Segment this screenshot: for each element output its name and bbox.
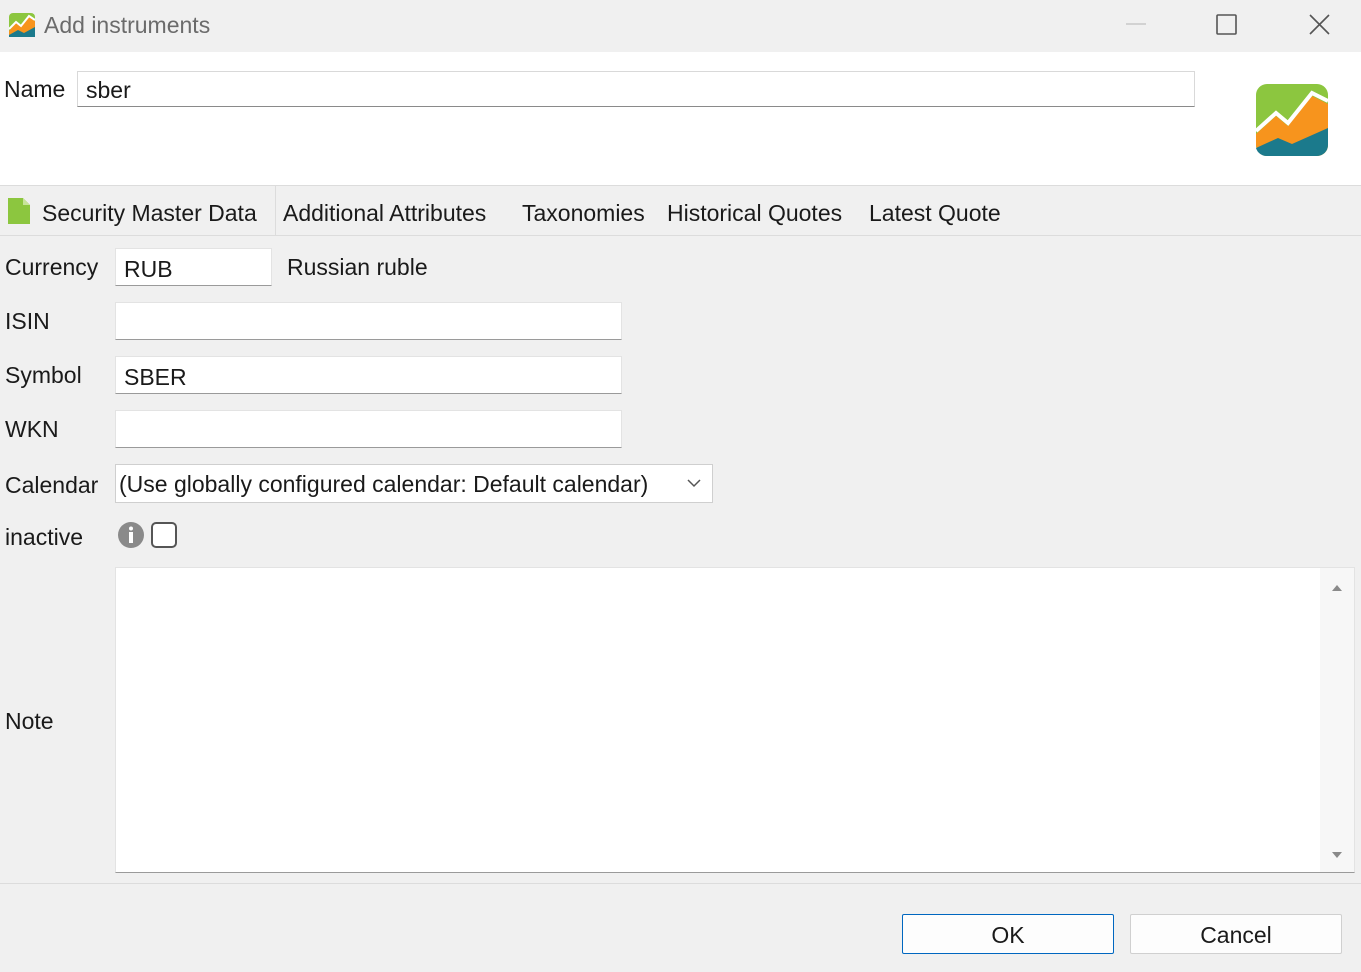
maximize-icon xyxy=(1216,14,1237,35)
note-textarea[interactable] xyxy=(115,567,1355,873)
close-button[interactable] xyxy=(1273,0,1361,52)
tab-historical-quotes[interactable]: Historical Quotes xyxy=(667,186,842,235)
wkn-label: WKN xyxy=(5,416,59,442)
tab-taxonomies[interactable]: Taxonomies xyxy=(522,186,645,235)
tab-bar: Security Master Data Additional Attribut… xyxy=(0,186,1361,236)
scroll-up-icon[interactable] xyxy=(1331,582,1343,592)
calendar-selected-value: (Use globally configured calendar: Defau… xyxy=(119,471,649,497)
currency-field[interactable]: RUB xyxy=(115,248,272,286)
tab-label: Historical Quotes xyxy=(667,200,843,226)
symbol-field[interactable]: SBER xyxy=(115,356,622,394)
isin-label: ISIN xyxy=(5,308,50,334)
currency-description: Russian ruble xyxy=(287,254,428,280)
close-icon xyxy=(1309,14,1330,35)
maximize-button[interactable] xyxy=(1181,0,1273,52)
tab-additional-attributes[interactable]: Additional Attributes xyxy=(283,186,486,235)
footer-divider xyxy=(0,883,1361,884)
minimize-icon xyxy=(1126,23,1146,25)
window-title: Add instruments xyxy=(44,12,211,38)
tab-latest-quote[interactable]: Latest Quote xyxy=(869,186,1001,235)
calendar-dropdown[interactable]: (Use globally configured calendar: Defau… xyxy=(115,464,713,503)
header-panel: Name sber xyxy=(0,52,1361,186)
info-icon[interactable] xyxy=(117,521,145,549)
ok-button[interactable]: OK xyxy=(902,914,1114,954)
chevron-down-icon xyxy=(687,479,701,488)
document-icon xyxy=(8,198,30,224)
tab-label: Taxonomies xyxy=(522,200,645,226)
currency-label: Currency xyxy=(5,254,99,280)
app-logo-icon xyxy=(1254,84,1330,160)
symbol-label: Symbol xyxy=(5,362,82,388)
name-label: Name xyxy=(4,76,66,102)
tab-label: Security Master Data xyxy=(42,200,257,226)
app-logo-icon xyxy=(9,13,35,37)
scroll-down-icon[interactable] xyxy=(1331,850,1343,860)
tab-label: Latest Quote xyxy=(869,200,1001,226)
wkn-field[interactable] xyxy=(115,410,622,448)
inactive-label: inactive xyxy=(5,524,83,550)
name-input[interactable]: sber xyxy=(77,71,1195,107)
isin-field[interactable] xyxy=(115,302,622,340)
cancel-button[interactable]: Cancel xyxy=(1130,914,1342,954)
inactive-checkbox[interactable] xyxy=(151,522,177,548)
note-label: Note xyxy=(5,708,54,734)
tab-label: Additional Attributes xyxy=(283,200,487,226)
title-bar: Add instruments xyxy=(0,0,1361,52)
tab-security-master-data[interactable]: Security Master Data xyxy=(0,186,276,235)
minimize-button[interactable] xyxy=(1090,0,1182,52)
calendar-label: Calendar xyxy=(5,472,99,498)
note-scrollbar[interactable] xyxy=(1320,568,1354,872)
